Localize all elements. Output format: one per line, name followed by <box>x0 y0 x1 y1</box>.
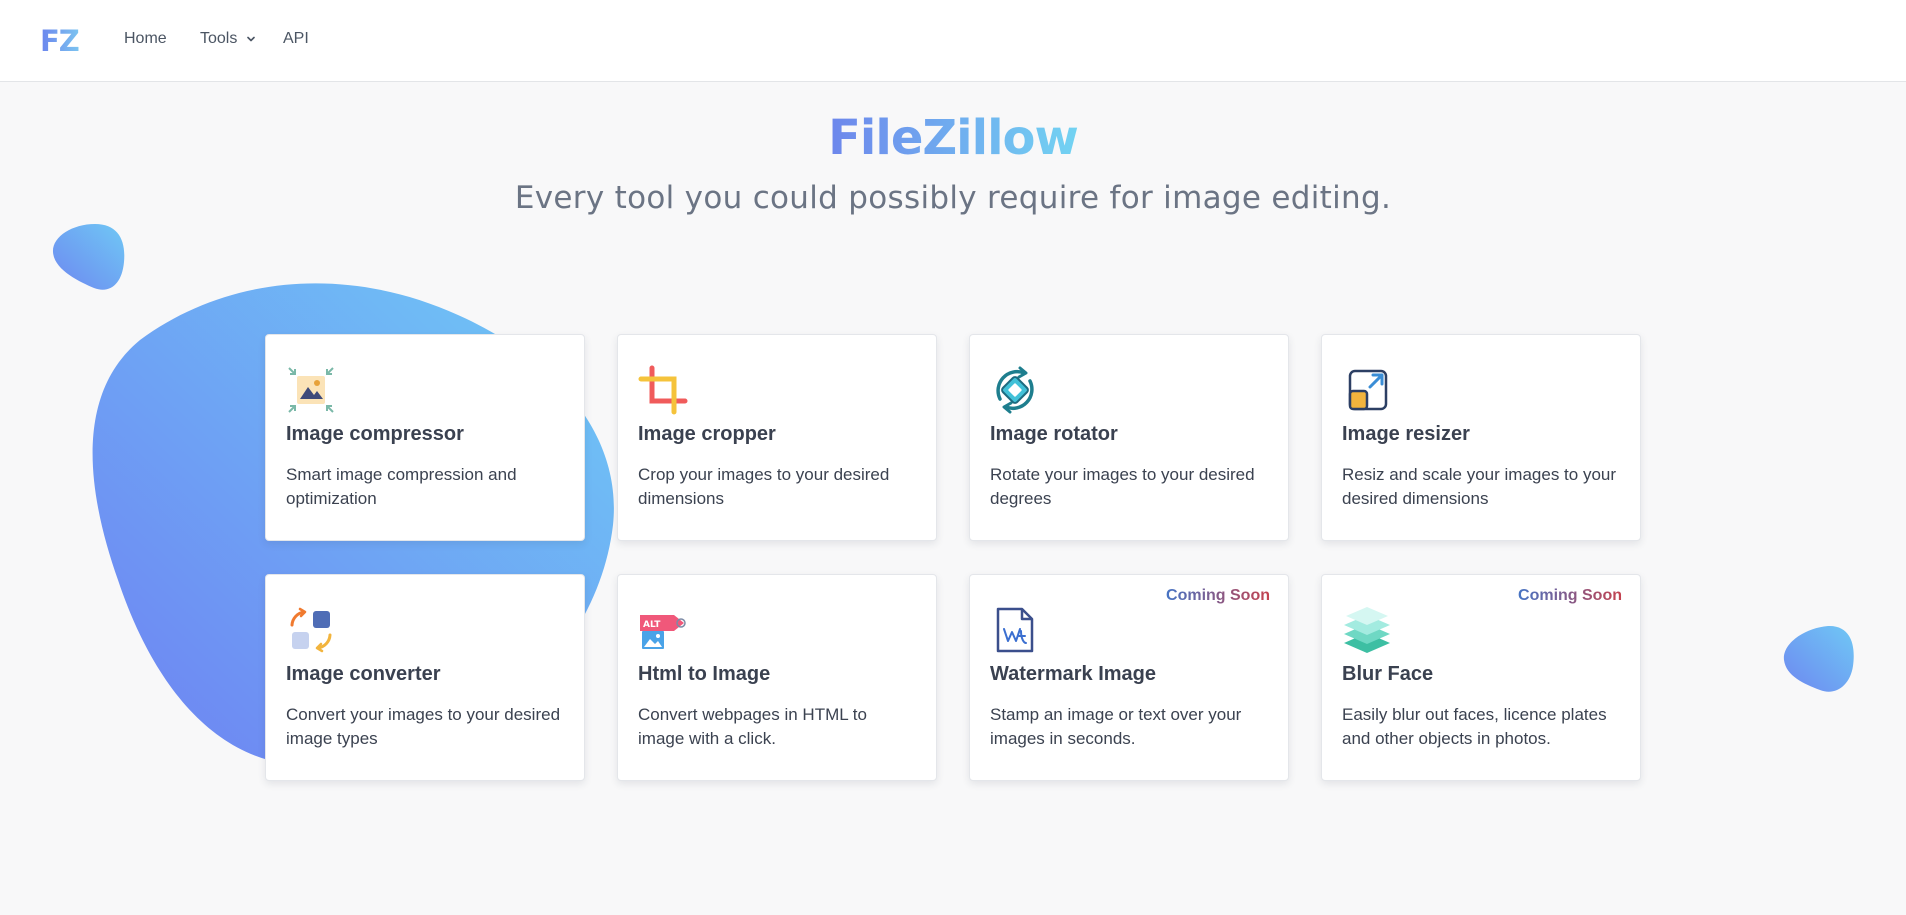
tool-card-description: Rotate your images to your desired degre… <box>990 465 1255 508</box>
nav-link-tools[interactable]: Tools <box>200 30 237 48</box>
tool-card-description: Convert your images to your desired imag… <box>286 705 561 748</box>
image-compress-icon <box>288 367 334 413</box>
coming-soon-badge: Coming Soon <box>1166 587 1270 604</box>
tool-card-title: Image cropper <box>638 423 776 445</box>
layers-icon <box>1344 607 1390 653</box>
tool-card-description: Convert webpages in HTML to image with a… <box>638 705 867 748</box>
tool-card-image-resizer[interactable]: Image resizer Resiz and scale your image… <box>1321 334 1641 541</box>
tool-card-blur-face[interactable]: Coming Soon Blur Face Easily blur out fa… <box>1321 574 1641 781</box>
tool-card-html-to-image[interactable]: ALT Html to Image Convert webpages in HT… <box>617 574 937 781</box>
tool-card-description: Smart image compression and optimization <box>286 465 517 508</box>
watermark-icon <box>996 607 1034 653</box>
page-subtitle: Every tool you could possibly require fo… <box>514 180 1392 216</box>
tool-card-title: Blur Face <box>1342 663 1434 685</box>
tool-card-title: Watermark Image <box>990 663 1156 685</box>
tool-card-image-converter[interactable]: Image converter Convert your images to y… <box>265 574 585 781</box>
rotate-icon <box>996 366 1034 414</box>
tool-card-watermark-image[interactable]: Coming Soon Watermark Image Stamp an ima… <box>969 574 1289 781</box>
nav-link-home[interactable]: Home <box>124 30 167 48</box>
page-title: FileZillow <box>0 110 1906 166</box>
crop-icon <box>638 365 688 415</box>
tool-card-title: Image rotator <box>990 423 1118 445</box>
tool-card-image-rotator[interactable]: Image rotator Rotate your images to your… <box>969 334 1289 541</box>
svg-text:ALT: ALT <box>643 620 661 630</box>
top-navbar: FZ Home Tools API <box>0 0 1906 82</box>
tool-card-title: Html to Image <box>638 663 771 685</box>
nav-link-api[interactable]: API <box>283 30 309 48</box>
tool-card-description: Crop your images to your desired dimensi… <box>638 465 890 508</box>
tool-card-image-cropper[interactable]: Image cropper Crop your images to your d… <box>617 334 937 541</box>
tool-card-description: Easily blur out faces, licence plates an… <box>1342 705 1607 748</box>
resize-icon <box>1348 369 1388 411</box>
tool-card-image-compressor[interactable]: Image compressor Smart image compression… <box>265 334 585 541</box>
page-title-text: FileZillow <box>828 110 1079 166</box>
tool-card-title: Image converter <box>286 663 441 685</box>
tool-card-title: Image compressor <box>286 423 464 445</box>
chevron-down-icon[interactable] <box>245 33 257 45</box>
decorative-blob-small-right <box>1783 625 1854 692</box>
tool-card-description: Stamp an image or text over your images … <box>990 705 1242 748</box>
logo[interactable]: FZ <box>40 24 80 58</box>
alt-tag-icon: ALT <box>640 615 686 649</box>
tool-card-title: Image resizer <box>1342 423 1470 445</box>
tool-card-description: Resiz and scale your images to your desi… <box>1342 465 1617 508</box>
convert-icon <box>290 607 332 653</box>
coming-soon-badge: Coming Soon <box>1518 587 1622 604</box>
